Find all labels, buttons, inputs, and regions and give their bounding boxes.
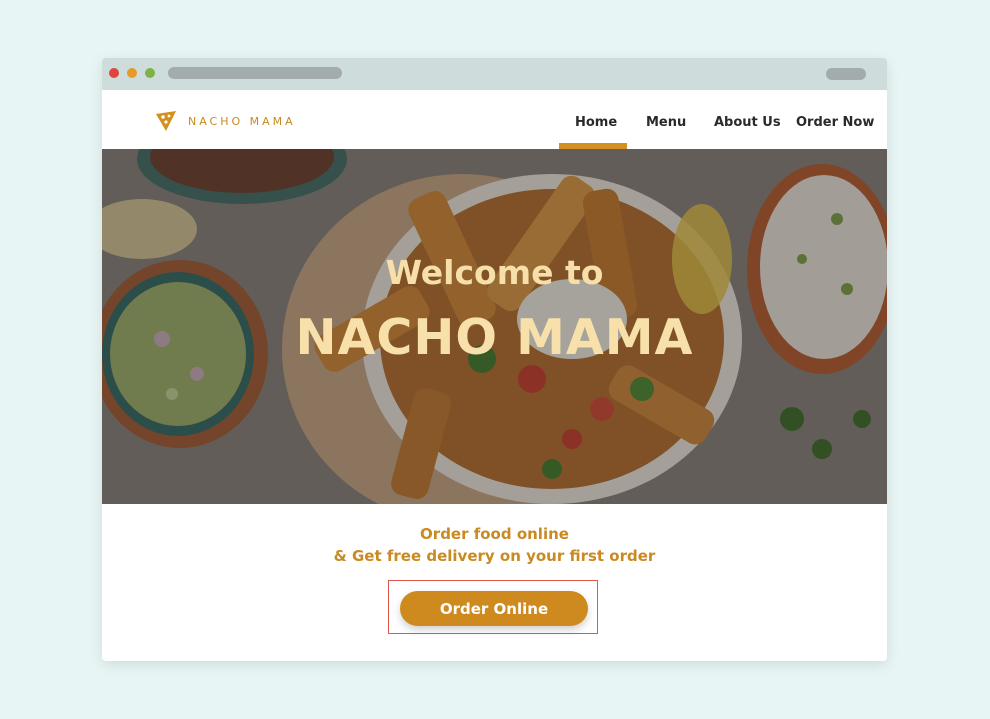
hero-banner: Welcome to NACHO MAMA [102,149,887,504]
nav-item-order-now[interactable]: Order Now [796,115,874,130]
hero-title: NACHO MAMA [295,309,694,366]
promo-line-2: & Get free delivery on your first order [333,547,656,565]
promo-line-1: Order food online [420,525,569,543]
nav-item-menu[interactable]: Menu [646,115,686,130]
close-window-dot[interactable] [109,68,119,78]
browser-chrome [102,58,887,90]
browser-window: NACHO MAMA Home Menu About Us Order Now [102,58,887,661]
site-header: NACHO MAMA Home Menu About Us Order Now [102,90,887,149]
browser-menu-button[interactable] [826,68,866,80]
page-background: NACHO MAMA Home Menu About Us Order Now [0,0,990,719]
main-nav: Home Menu About Us Order Now [102,90,887,149]
hero-subtitle: Welcome to [385,253,604,292]
minimize-window-dot[interactable] [127,68,137,78]
address-bar[interactable] [168,67,342,79]
nav-item-home[interactable]: Home [575,115,617,130]
nav-item-about-us[interactable]: About Us [714,115,781,130]
maximize-window-dot[interactable] [145,68,155,78]
order-online-button[interactable]: Order Online [400,591,588,626]
